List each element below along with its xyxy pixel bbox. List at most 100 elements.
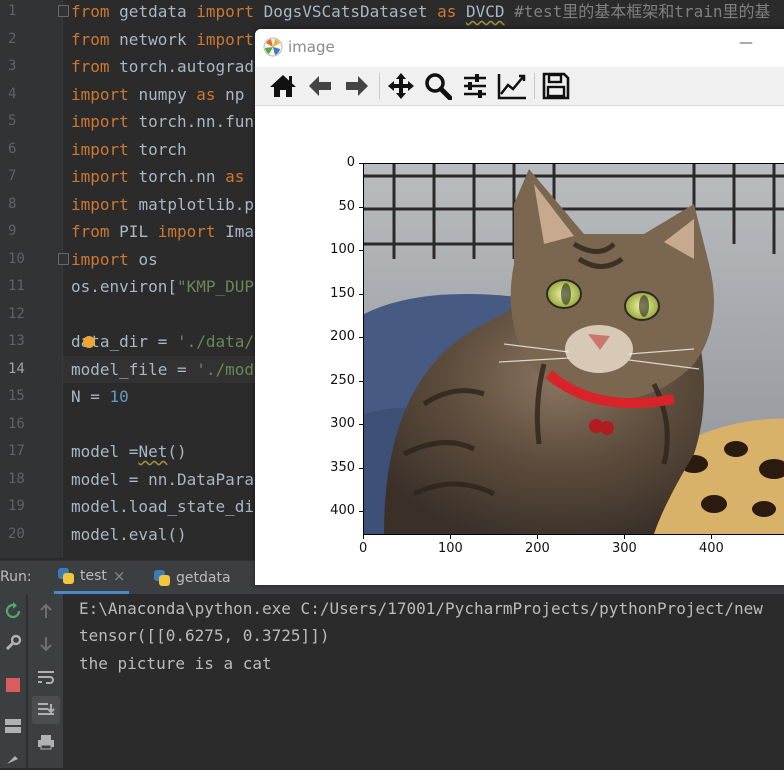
down-arrow-icon[interactable] [34,632,58,656]
close-tab-icon[interactable]: × [113,567,126,585]
run-toolbar-secondary [27,594,64,768]
code-line[interactable]: model.load_state_di [71,493,254,521]
code-line[interactable]: data_dir = './data/ [71,328,254,356]
x-tick-mark [711,535,712,539]
y-tick-label: 100 [330,242,355,257]
line-number: 1 [8,3,17,19]
code-token: numpy [138,84,197,104]
run-tab-label: test [80,568,107,584]
cat-photo [364,164,784,534]
code-token: torch.nn [138,167,226,186]
code-token: "KMP_DUP [176,277,255,296]
stop-icon[interactable] [1,673,25,697]
minimize-button[interactable]: — [739,35,753,51]
y-tick-label: 350 [330,459,355,475]
y-tick-label: 150 [330,285,355,301]
code-line[interactable]: from getdata import DogsVSCatsDataset as… [71,0,770,26]
home-icon[interactable] [267,70,299,102]
code-token: as [437,2,466,21]
code-token: os.environ[ [71,277,177,296]
line-number: 6 [8,140,17,157]
code-token: getdata [119,2,197,21]
run-tab-getdata[interactable]: getdata [154,561,231,594]
x-tick-mark [624,535,625,539]
console-line: the picture is a cat [79,654,272,673]
code-line[interactable]: from torch.autograd [71,53,254,81]
pin-icon[interactable] [1,746,25,770]
code-token: torch [138,139,187,159]
code-token: network [119,29,197,49]
y-tick-label: 200 [330,329,355,344]
x-tick-mark [450,535,451,539]
code-token: import [71,194,139,214]
fold-marker-icon[interactable] [58,5,69,17]
pan-icon[interactable] [385,70,417,102]
figure-title-bar[interactable]: image — [255,29,784,65]
back-arrow-icon[interactable] [304,70,336,102]
code-line[interactable]: import os [71,246,158,274]
toolbar-separator [534,73,535,99]
code-token: PIL [119,222,158,241]
code-token: model = [71,442,139,461]
x-tick-mark [537,535,538,539]
code-line[interactable]: import matplotlib.p [71,191,254,219]
up-arrow-icon[interactable] [34,599,58,623]
code-line[interactable]: N = 10 [71,383,129,411]
code-line[interactable]: import torch [71,136,187,164]
y-tick-mark [359,337,363,338]
save-icon[interactable] [540,70,572,102]
forward-arrow-icon[interactable] [341,70,373,102]
edit-axis-icon[interactable] [496,70,528,102]
scroll-to-end-icon[interactable] [32,696,60,724]
code-line[interactable]: model =Net() [71,438,187,466]
run-label: Run: [0,569,32,585]
code-token: model.eval() [71,524,187,544]
python-file-icon [154,569,170,586]
settings-wrench-icon[interactable] [1,631,25,655]
code-line[interactable]: model.eval() [71,521,187,549]
python-file-icon [58,568,74,584]
code-token: np [225,84,245,104]
console-line: E:\Anaconda\python.exe C:/Users/17001/Py… [79,599,763,618]
line-number: 18 [8,470,25,487]
intention-bulb-icon[interactable] [83,336,95,348]
y-tick-mark [359,511,363,512]
x-tick-label: 200 [525,541,550,556]
y-tick-label: 50 [338,198,355,214]
line-number: 17 [8,443,25,459]
code-token: Net [138,442,168,461]
code-line[interactable]: from network import [71,26,254,54]
configure-subplots-icon[interactable] [459,70,491,102]
image-axes [363,163,784,535]
code-line[interactable]: import torch.nn as [71,163,244,191]
code-token: import [157,222,226,241]
code-line[interactable]: from PIL import Ima [71,218,254,246]
print-icon[interactable] [34,730,58,754]
code-token: #test里的基本框架和train里的基 [504,2,771,21]
run-tab-test[interactable]: test × [54,561,130,594]
y-tick-mark [359,163,363,164]
code-line[interactable]: os.environ["KMP_DUP [71,273,254,301]
code-line[interactable]: import numpy as np [71,81,244,109]
rerun-icon[interactable] [1,599,25,623]
soft-wrap-icon[interactable] [34,665,58,689]
x-tick-label: 0 [359,541,368,556]
line-number: 7 [8,168,17,184]
x-tick-label: 300 [612,541,637,556]
line-number: 15 [8,388,25,404]
line-number: 10 [8,250,25,267]
matplotlib-toolbar [255,67,784,106]
layout-icon[interactable] [1,714,25,738]
line-number: 2 [8,30,17,47]
matplotlib-figure-window[interactable]: image — 0 50 100 150 200 250 300 350 400… [255,29,784,585]
code-token: from [71,222,120,241]
code-line[interactable]: import torch.nn.fun [71,108,254,136]
figure-canvas[interactable]: 0 50 100 150 200 250 300 350 400 0 100 200 300 400 [255,106,784,585]
zoom-icon[interactable] [422,70,454,102]
code-token: torch.nn.fun [138,112,255,131]
code-token: './mod [196,359,255,379]
code-token: import [196,29,255,49]
fold-marker-icon[interactable] [58,253,69,265]
code-line[interactable]: model = nn.DataPara [71,466,254,494]
console-output[interactable]: E:\Anaconda\python.exe C:/Users/17001/Py… [63,594,784,768]
